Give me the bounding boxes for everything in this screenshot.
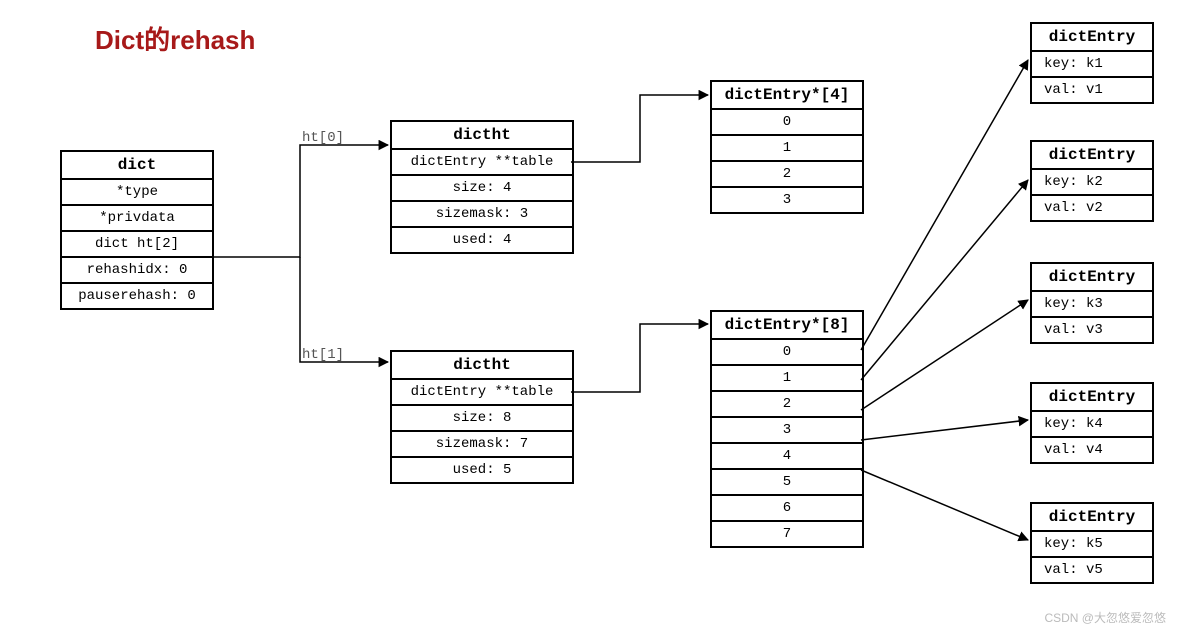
dict-struct: dict *type *privdata dict ht[2] rehashid… — [60, 150, 214, 310]
dictht1-size: size: 8 — [392, 406, 572, 432]
dictentry-key: key: k1 — [1032, 52, 1152, 78]
dictentry-key: key: k2 — [1032, 170, 1152, 196]
dictentry-val: val: v3 — [1032, 318, 1152, 342]
array8-slot: 7 — [712, 522, 862, 546]
array8-slot: 3 — [712, 418, 862, 444]
array4-slot: 0 — [712, 110, 862, 136]
watermark: CSDN @大忽悠爱忽悠 — [1044, 609, 1166, 626]
array8-struct: dictEntry*[8] 0 1 2 3 4 5 6 7 — [710, 310, 864, 548]
dictentry-header: dictEntry — [1032, 142, 1152, 170]
dict-header: dict — [62, 152, 212, 180]
dict-privdata: *privdata — [62, 206, 212, 232]
dictentry-val: val: v1 — [1032, 78, 1152, 102]
dictentry-node: dictEntry key: k3 val: v3 — [1030, 262, 1154, 344]
dictht0-used: used: 4 — [392, 228, 572, 252]
dictentry-val: val: v2 — [1032, 196, 1152, 220]
dictentry-node: dictEntry key: k2 val: v2 — [1030, 140, 1154, 222]
connector-lines — [0, 0, 1184, 634]
dictentry-node: dictEntry key: k4 val: v4 — [1030, 382, 1154, 464]
array8-slot: 0 — [712, 340, 862, 366]
ht1-label: ht[1] — [302, 347, 344, 363]
dictht0-table: dictEntry **table — [392, 150, 572, 176]
dictht1-header: dictht — [392, 352, 572, 380]
dict-type: *type — [62, 180, 212, 206]
dictentry-header: dictEntry — [1032, 384, 1152, 412]
dict-pauserehash: pauserehash: 0 — [62, 284, 212, 308]
dict-ht: dict ht[2] — [62, 232, 212, 258]
dictentry-key: key: k4 — [1032, 412, 1152, 438]
array8-header: dictEntry*[8] — [712, 312, 862, 340]
dictht0-sizemask: sizemask: 3 — [392, 202, 572, 228]
dictentry-node: dictEntry key: k5 val: v5 — [1030, 502, 1154, 584]
dictht0-size: size: 4 — [392, 176, 572, 202]
dict-rehashidx: rehashidx: 0 — [62, 258, 212, 284]
dictht1-sizemask: sizemask: 7 — [392, 432, 572, 458]
dictentry-val: val: v5 — [1032, 558, 1152, 582]
dictht1-struct: dictht dictEntry **table size: 8 sizemas… — [390, 350, 574, 484]
dictht1-used: used: 5 — [392, 458, 572, 482]
array8-slot: 5 — [712, 470, 862, 496]
array8-slot: 6 — [712, 496, 862, 522]
diagram-title: Dict的rehash — [95, 20, 255, 57]
dictht0-struct: dictht dictEntry **table size: 4 sizemas… — [390, 120, 574, 254]
dictentry-header: dictEntry — [1032, 264, 1152, 292]
dictentry-node: dictEntry key: k1 val: v1 — [1030, 22, 1154, 104]
array8-slot: 2 — [712, 392, 862, 418]
dictentry-key: key: k5 — [1032, 532, 1152, 558]
array4-slot: 3 — [712, 188, 862, 212]
dictentry-header: dictEntry — [1032, 504, 1152, 532]
dictht1-table: dictEntry **table — [392, 380, 572, 406]
dictentry-val: val: v4 — [1032, 438, 1152, 462]
ht0-label: ht[0] — [302, 130, 344, 146]
dictentry-key: key: k3 — [1032, 292, 1152, 318]
array8-slot: 1 — [712, 366, 862, 392]
array4-slot: 2 — [712, 162, 862, 188]
array8-slot: 4 — [712, 444, 862, 470]
dictht0-header: dictht — [392, 122, 572, 150]
array4-header: dictEntry*[4] — [712, 82, 862, 110]
array4-slot: 1 — [712, 136, 862, 162]
array4-struct: dictEntry*[4] 0 1 2 3 — [710, 80, 864, 214]
dictentry-header: dictEntry — [1032, 24, 1152, 52]
